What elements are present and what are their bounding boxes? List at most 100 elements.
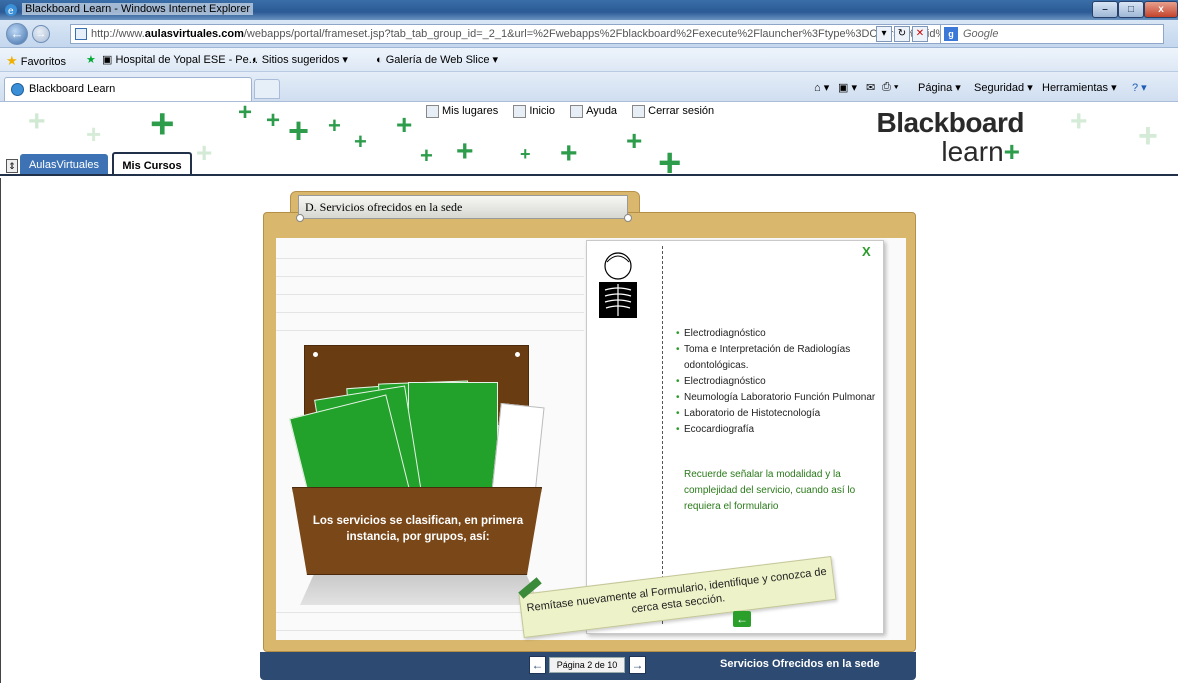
maximize-button[interactable]: □ <box>1118 1 1144 18</box>
new-tab-button[interactable] <box>254 79 280 99</box>
back-button[interactable]: ← <box>6 23 28 45</box>
logo-plus-icon: + <box>1003 136 1020 167</box>
service-item: Toma e Interpretación de Radiologías odo… <box>676 342 886 374</box>
minimize-button[interactable]: – <box>1092 1 1118 18</box>
tab-aulas-virtuales[interactable]: AulasVirtuales <box>20 154 108 174</box>
folder-hole <box>296 214 304 222</box>
my-places-label: Mis lugares <box>442 105 499 118</box>
folder-title: D. Servicios ofrecidos en la sede <box>298 195 628 219</box>
decor-plus-icon: + <box>658 141 682 176</box>
logo-word-blackboard: Blackboard <box>876 107 1025 138</box>
decor-plus-icon: + <box>354 129 367 154</box>
box-hole <box>515 352 520 357</box>
help-icon[interactable]: ? ▾ <box>1132 81 1147 94</box>
folder-hole <box>624 214 632 222</box>
tab-title: Blackboard Learn <box>29 83 116 95</box>
window-titlebar: e Blackboard Learn - Windows Internet Ex… <box>0 0 1178 20</box>
url-field[interactable]: http://www.aulasvirtuales.com/webapps/po… <box>70 24 944 44</box>
logout-label: Cerrar sesión <box>648 105 715 118</box>
ruled-line <box>276 276 584 277</box>
decor-plus-icon: + <box>396 109 413 140</box>
logo-learn-text: learn <box>941 136 1004 167</box>
compatibility-icon[interactable]: ▾ <box>876 26 892 42</box>
refresh-icon[interactable]: ↻ <box>894 26 910 42</box>
url-prefix: http://www. <box>91 28 145 40</box>
previous-page-button[interactable]: ← <box>529 656 546 674</box>
xray-person-icon <box>599 252 637 318</box>
decor-plus-icon: + <box>196 137 213 168</box>
service-item: Ecocardiografía <box>676 422 886 438</box>
svg-text:e: e <box>8 6 14 17</box>
help-icon <box>570 105 584 118</box>
section-title: Servicios Ofrecidos en la sede <box>720 658 880 670</box>
favorite-link-label: Hospital de Yopal ESE - Pe... <box>115 54 258 66</box>
service-note: Recuerde señalar la modalidad y la compl… <box>684 469 856 512</box>
logo-word-learn: learn+ <box>834 136 1020 167</box>
green-file-icon <box>408 382 498 494</box>
forward-button[interactable]: → <box>32 25 50 43</box>
tools-menu[interactable]: Herramientas ▾ <box>1042 81 1117 94</box>
logout-link[interactable]: Cerrar sesión <box>632 105 720 118</box>
home-icon[interactable]: ⌂ ▾ <box>814 81 829 94</box>
address-bar: ← → http://www.aulasvirtuales.com/webapp… <box>0 20 1178 48</box>
next-page-button[interactable]: → <box>629 656 646 674</box>
blackboard-logo: Blackboard learn+ <box>834 107 1025 167</box>
home-icon <box>513 105 527 118</box>
close-window-button[interactable]: x <box>1144 1 1178 18</box>
tab-ie-icon <box>11 83 24 96</box>
decor-plus-icon: + <box>328 113 341 138</box>
my-places-icon <box>426 105 439 118</box>
box-shadow <box>300 573 540 605</box>
service-item: Neumología Laboratorio Función Pulmonar <box>676 390 886 406</box>
decor-plus-icon: + <box>1138 117 1158 155</box>
feeds-icon[interactable]: ▣ ▾ <box>838 81 857 94</box>
ruled-line <box>276 294 584 295</box>
favorite-link-label: Sitios sugeridos ▾ <box>261 54 348 66</box>
favorite-link-galeria[interactable]: ◐ Galería de Web Slice ▾ <box>376 53 498 66</box>
decor-plus-icon: + <box>238 103 253 126</box>
ruled-line <box>276 312 584 313</box>
add-favorite-icon[interactable]: ★ <box>86 53 96 66</box>
service-item: Laboratorio de Histotecnología <box>676 406 886 422</box>
security-menu[interactable]: Seguridad ▾ <box>974 81 1033 94</box>
browser-tab-blackboard[interactable]: Blackboard Learn <box>4 77 252 101</box>
page-indicator: Página 2 de 10 <box>549 657 625 673</box>
url-domain: aulasvirtuales.com <box>144 28 244 40</box>
close-panel-button[interactable]: X <box>862 244 871 259</box>
my-places-link[interactable]: Mis lugares <box>426 105 504 118</box>
home-label: Inicio <box>529 105 555 118</box>
help-link[interactable]: Ayuda <box>570 105 623 118</box>
favorites-button[interactable]: ★ Favoritos <box>6 53 66 69</box>
decor-plus-icon: + <box>150 103 175 147</box>
collapse-header-icon[interactable]: ⇕ <box>6 159 18 173</box>
decor-plus-icon: + <box>28 105 46 138</box>
back-arrow-button[interactable]: ← <box>733 611 751 627</box>
home-link[interactable]: Inicio <box>513 105 561 118</box>
print-icon[interactable]: ⎙ ▾ <box>882 81 898 94</box>
service-item: Electrodiagnóstico <box>676 374 886 390</box>
decor-plus-icon: + <box>456 135 474 168</box>
decor-plus-icon: + <box>86 119 102 149</box>
ruled-line <box>276 258 584 259</box>
decor-plus-icon: + <box>1070 105 1088 138</box>
help-label: Ayuda <box>586 105 618 118</box>
white-file-icon <box>491 402 545 498</box>
favorite-link-hospital[interactable]: ▣ Hospital de Yopal ESE - Pe... <box>102 53 258 66</box>
ruled-line <box>276 330 584 331</box>
search-input[interactable]: g Google <box>940 24 1164 44</box>
favorites-bar: ★ Favoritos ★ ▣ Hospital de Yopal ESE - … <box>0 48 1178 72</box>
command-bar: Blackboard Learn ⌂ ▾ ▣ ▾ ✉ ⎙ ▾ Página ▾ … <box>0 72 1178 102</box>
favorite-link-sitios[interactable]: ◐ Sitios sugeridos ▾ <box>252 53 348 66</box>
favorites-star-icon: ★ <box>6 53 18 68</box>
page-menu[interactable]: Página ▾ <box>918 81 961 94</box>
mail-icon[interactable]: ✉ <box>866 81 875 94</box>
decor-plus-icon: + <box>266 107 281 134</box>
blackboard-top-links: Mis lugares Inicio Ayuda Cerrar sesión <box>426 105 726 118</box>
decor-plus-icon: + <box>560 137 578 170</box>
decor-plus-icon: + <box>288 110 310 151</box>
decor-plus-icon: + <box>626 125 643 156</box>
decor-plus-icon: + <box>420 143 433 168</box>
tab-mis-cursos[interactable]: Mis Cursos <box>112 152 192 174</box>
stop-icon[interactable]: ✕ <box>912 26 928 42</box>
favorite-link-label: Galería de Web Slice ▾ <box>385 54 499 66</box>
